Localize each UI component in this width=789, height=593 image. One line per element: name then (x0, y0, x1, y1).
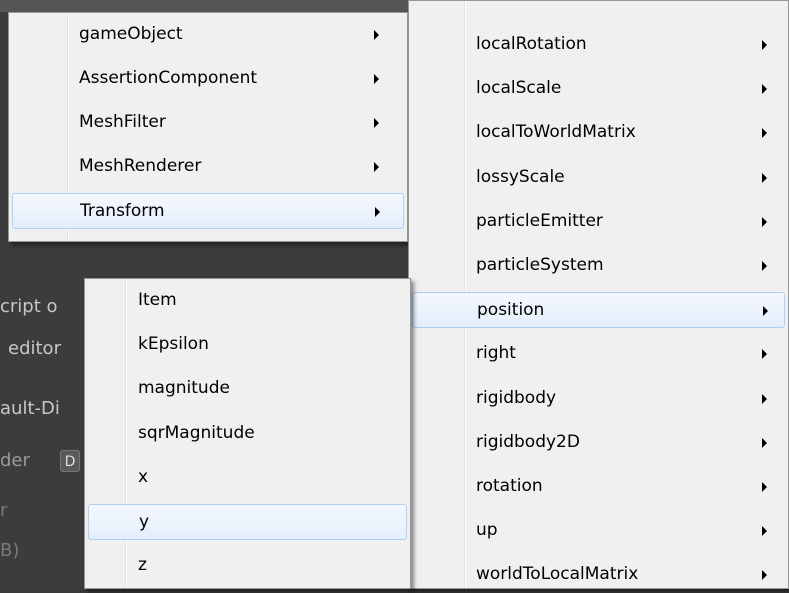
menu-item-label: gameObject (79, 24, 183, 44)
background-badge: D (60, 450, 80, 472)
background-text-fragment: der (0, 450, 30, 471)
menu-item-lossyscale[interactable]: lossyScale (412, 160, 785, 196)
menu-item-rigidbody2d[interactable]: rigidbody2D (412, 425, 785, 461)
position-menu: Item kEpsilon magnitude sqrMagnitude x y z (84, 278, 411, 589)
background-text-fragment: editor (8, 338, 61, 359)
menu-item-label: y (139, 512, 150, 532)
menu-item-rigidbody[interactable]: rigidbody (412, 381, 785, 417)
submenu-arrow-icon (762, 570, 767, 581)
submenu-arrow-icon (762, 84, 767, 95)
menu-item-worldtolocalmatrix[interactable]: worldToLocalMatrix (412, 557, 785, 593)
menu-item-magnitude[interactable]: magnitude (88, 371, 407, 407)
submenu-arrow-icon (762, 349, 767, 360)
submenu-arrow-icon (374, 118, 379, 128)
submenu-arrow-icon (375, 207, 380, 217)
submenu-arrow-icon (762, 261, 767, 271)
menu-item-transform[interactable]: Transform (12, 193, 404, 229)
transform-menu: localRotation localScale localToWorldMatri… (408, 0, 789, 589)
menu-item-kepsilon[interactable]: kEpsilon (88, 327, 407, 363)
menu-item-localtoworldmatrix[interactable]: localToWorldMatrix (412, 115, 785, 151)
menu-item-assertioncomponent[interactable]: AssertionComponent (12, 61, 404, 97)
menu-item-label: x (138, 466, 149, 487)
submenu-arrow-icon (762, 482, 767, 492)
menu-item-sqrmagnitude[interactable]: sqrMagnitude (88, 416, 407, 452)
menu-item-label: kEpsilon (138, 334, 209, 355)
menu-item-rotation[interactable]: rotation (412, 469, 785, 505)
menu-item-localrotation[interactable]: localRotation (412, 27, 785, 63)
submenu-arrow-icon (762, 437, 767, 448)
menu-item-label: lossyScale (476, 166, 565, 187)
submenu-arrow-icon (762, 393, 767, 404)
menu-item-right[interactable]: right (412, 336, 785, 372)
menu-item-z[interactable]: z (88, 548, 407, 584)
background-text-fragment: ault-Di (0, 398, 60, 419)
background-text-fragment: cript o (0, 296, 58, 317)
editor-title-strip (0, 0, 420, 12)
menu-item-label: sqrMagnitude (138, 422, 255, 443)
submenu-arrow-icon (374, 30, 379, 40)
menu-item-label: localScale (476, 78, 562, 99)
menu-item-label: worldToLocalMatrix (476, 564, 639, 585)
menu-item-label: magnitude (138, 378, 230, 399)
menu-item-y[interactable]: y (88, 504, 407, 540)
menu-item-meshfilter[interactable]: MeshFilter (12, 105, 404, 141)
submenu-arrow-icon (762, 526, 767, 537)
menu-item-label: MeshRenderer (79, 156, 202, 176)
menu-item-label: rigidbody2D (476, 431, 580, 452)
menu-item-label: Transform (80, 201, 165, 221)
submenu-arrow-icon (762, 172, 767, 183)
submenu-arrow-icon (763, 306, 768, 317)
menu-item-label: particleEmitter (476, 210, 603, 231)
menu-item-x[interactable]: x (88, 460, 407, 496)
menu-item-label: z (138, 555, 147, 576)
menu-item-label: MeshFilter (79, 112, 166, 132)
menu-item-gameobject[interactable]: gameObject (12, 17, 404, 53)
menu-item-position[interactable]: position (412, 292, 785, 329)
menu-item-label: Item (138, 290, 177, 310)
menu-item-label: right (476, 343, 516, 364)
menu-item-meshrenderer[interactable]: MeshRenderer (12, 149, 404, 185)
background-text-fragment: r (0, 500, 8, 521)
submenu-arrow-icon (762, 40, 767, 50)
menu-item-label: AssertionComponent (79, 68, 258, 88)
menu-item-label: rigidbody (476, 387, 557, 408)
submenu-arrow-icon (762, 216, 767, 227)
submenu-arrow-icon (374, 74, 379, 84)
menu-item-particlesystem[interactable]: particleSystem (412, 248, 785, 284)
background-text-fragment: B) (0, 540, 20, 561)
menu-item-label: particleSystem (476, 255, 604, 275)
menu-item-up[interactable]: up (412, 513, 785, 549)
menu-item-localscale[interactable]: localScale (412, 71, 785, 107)
menu-item-item[interactable]: Item (88, 283, 407, 319)
menu-item-label: localToWorldMatrix (476, 122, 636, 143)
submenu-arrow-icon (762, 128, 767, 139)
menu-item-label: position (477, 300, 545, 321)
menu-item-label: localRotation (476, 34, 587, 54)
components-menu: gameObject AssertionComponent MeshFilter Me… (8, 12, 408, 242)
menu-item-label: rotation (476, 476, 543, 496)
menu-item-particleemitter[interactable]: particleEmitter (412, 204, 785, 240)
submenu-arrow-icon (374, 162, 379, 172)
menu-item-label: up (476, 520, 498, 541)
